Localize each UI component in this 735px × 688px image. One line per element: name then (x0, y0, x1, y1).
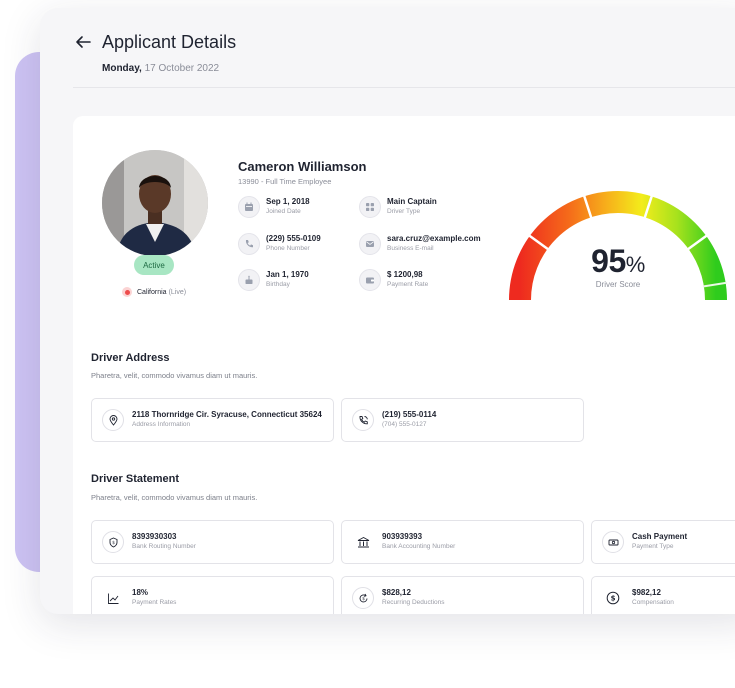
wallet-icon (359, 269, 381, 291)
score-label: Driver Score (595, 280, 641, 289)
detail-email: sara.cruz@example.com Business E-mail (359, 233, 481, 255)
detail-birthday: Jan 1, 1970 Birthday (238, 269, 309, 291)
trend-icon (102, 587, 124, 609)
detail-label: Birthday (266, 281, 290, 288)
back-arrow-icon[interactable] (73, 32, 93, 52)
applicant-subtitle: 13990 - Full Time Employee (238, 177, 332, 186)
box-value: 903939393 (382, 532, 423, 541)
applicant-name: Cameron Williamson (238, 159, 367, 174)
box-label: Bank Accounting Number (382, 543, 456, 550)
box-label: Compensation (632, 599, 674, 606)
detail-value: (229) 555-0109 (266, 234, 321, 243)
box-label: Payment Type (632, 543, 674, 550)
svg-text:$: $ (362, 596, 365, 602)
date-rest: 17 October 2022 (144, 63, 220, 74)
bank-shield-icon: $ (102, 531, 124, 553)
cake-icon (238, 269, 260, 291)
detail-joined-date: Sep 1, 2018 Joined Date (238, 196, 310, 218)
applicant-card: Active California (Live) Cameron William… (73, 116, 735, 614)
detail-driver-type: Main Captain Driver Type (359, 196, 437, 218)
payment-rates-box: 18% Payment Rates (91, 576, 334, 614)
driver-score: 95% Driver Score (573, 243, 663, 289)
bank-routing-box: $ 8393930303 Bank Routing Number (91, 520, 334, 564)
address-section-title: Driver Address (91, 352, 170, 364)
grid-icon (359, 196, 381, 218)
detail-value: sara.cruz@example.com (387, 234, 481, 243)
box-label: Payment Rates (132, 599, 177, 606)
applicant-window: Applicant Details Monday, 17 October 202… (40, 8, 735, 614)
bank-icon (352, 531, 374, 553)
box-label: Address Information (132, 421, 191, 428)
address-phone-box: (219) 555-0114 (704) 555-0127 (341, 398, 584, 442)
mail-icon (359, 233, 381, 255)
box-label: Bank Routing Number (132, 543, 196, 550)
dollar-icon: $ (602, 587, 624, 609)
statement-section-title: Driver Statement (91, 473, 180, 485)
phone-icon (238, 233, 260, 255)
location: California (Live) (122, 287, 186, 297)
detail-label: Phone Number (266, 245, 310, 252)
cash-icon (602, 531, 624, 553)
detail-phone: (229) 555-0109 Phone Number (238, 233, 321, 255)
box-value: $982,12 (632, 588, 661, 597)
phone-call-icon (352, 409, 374, 431)
detail-value: Jan 1, 1970 (266, 270, 309, 279)
detail-label: Joined Date (266, 208, 301, 215)
box-value: Cash Payment (632, 532, 688, 541)
page-title: Applicant Details (102, 32, 237, 52)
status-badge: Active (134, 255, 174, 275)
current-date: Monday, 17 October 2022 (102, 63, 219, 74)
detail-payment-rate: $ 1200,98 Payment Rate (359, 269, 428, 291)
location-note: (Live) (168, 288, 187, 296)
box-label: Recurring Deductions (382, 599, 445, 606)
detail-label: Driver Type (387, 208, 421, 215)
box-label: (704) 555-0127 (382, 421, 427, 428)
live-dot-icon (122, 287, 132, 297)
box-value: (219) 555-0114 (382, 410, 437, 419)
box-value: $828,12 (382, 588, 411, 597)
location-name: California (137, 288, 167, 296)
detail-value: Sep 1, 2018 (266, 197, 310, 206)
recurring-icon: $ (352, 587, 374, 609)
address-info-box: 2118 Thornridge Cir. Syracuse, Connectic… (91, 398, 334, 442)
avatar-portrait (102, 150, 208, 256)
payment-type-box: Cash Payment Payment Type (591, 520, 735, 564)
compensation-box: $ $982,12 Compensation (591, 576, 735, 614)
statement-section-desc: Pharetra, velit, commodo vivamus diam ut… (91, 493, 258, 502)
svg-text:$: $ (611, 595, 616, 603)
header-divider (73, 87, 735, 88)
detail-value: $ 1200,98 (387, 270, 423, 279)
detail-label: Payment Rate (387, 281, 429, 288)
detail-value: Main Captain (387, 197, 437, 206)
avatar (102, 150, 208, 256)
bank-account-box: 903939393 Bank Accounting Number (341, 520, 584, 564)
page-header: Applicant Details Monday, 17 October 202… (40, 8, 735, 88)
box-value: 2118 Thornridge Cir. Syracuse, Connectic… (132, 410, 322, 419)
address-section-desc: Pharetra, velit, commodo vivamus diam ut… (91, 371, 258, 380)
location-pin-icon (102, 409, 124, 431)
score-value: 95% (591, 243, 645, 279)
svg-text:$: $ (112, 540, 115, 546)
detail-label: Business E-mail (387, 245, 434, 252)
box-value: 8393930303 (132, 532, 177, 541)
date-day: Monday, (102, 63, 142, 74)
calendar-icon (238, 196, 260, 218)
recurring-deductions-box: $ $828,12 Recurring Deductions (341, 576, 584, 614)
box-value: 18% (132, 588, 149, 597)
